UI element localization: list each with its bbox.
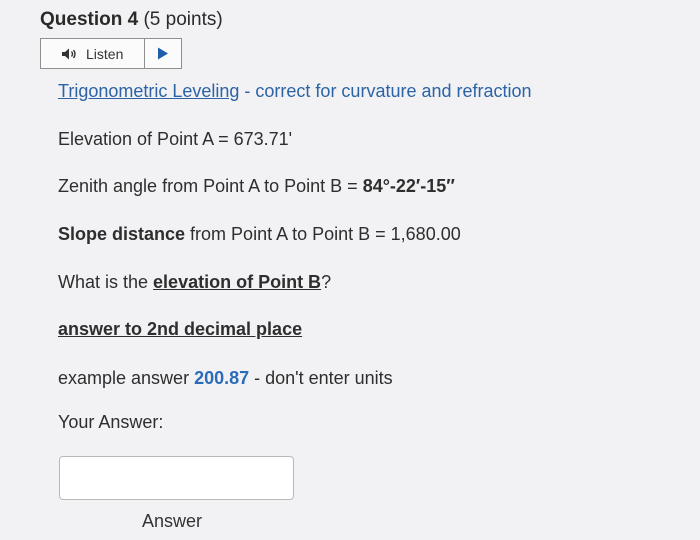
topic-description: - correct for curvature and refraction (239, 81, 532, 101)
play-button[interactable] (145, 39, 181, 68)
slope-value: from Point A to Point B = 1,680.00 (185, 224, 461, 244)
answer-field-label: Answer (142, 511, 203, 531)
slope-label: Slope distance (58, 224, 186, 244)
zenith-line: Zenith angle from Point A to Point B = 8… (58, 176, 455, 197)
question-header: Question 4 (5 points) (40, 9, 223, 31)
question-suffix: ? (321, 272, 332, 292)
speaker-icon (62, 48, 76, 59)
zenith-value: 84°-22′-15″ (362, 176, 455, 196)
topic-link[interactable]: Trigonometric Leveling (58, 81, 239, 101)
instruction-text: answer to 2nd decimal place (58, 319, 303, 339)
your-answer-label: Your Answer: (58, 412, 164, 432)
example-suffix: - don't enter units (249, 368, 393, 388)
listen-widget: Listen (40, 38, 182, 69)
elevation-a-line: Elevation of Point A = 673.71' (58, 129, 293, 149)
example-prefix: example answer (58, 368, 195, 388)
answer-input[interactable] (59, 456, 294, 500)
question-points: (5 points) (143, 9, 223, 30)
zenith-label: Zenith angle from Point A to Point B = (58, 176, 363, 196)
listen-label: Listen (86, 45, 124, 62)
example-value: 200.87 (194, 368, 250, 388)
example-line: example answer 200.87 - don't enter unit… (58, 368, 393, 389)
play-icon (158, 47, 168, 60)
listen-button[interactable]: Listen (41, 39, 145, 68)
slope-line: Slope distance from Point A to Point B =… (58, 224, 461, 245)
question-line: What is the elevation of Point B? (58, 272, 331, 293)
question-title: Question 4 (40, 9, 139, 30)
question-emphasis: elevation of Point B (153, 272, 322, 292)
topic-line: Trigonometric Leveling - correct for cur… (58, 81, 532, 102)
question-prefix: What is the (58, 272, 154, 292)
